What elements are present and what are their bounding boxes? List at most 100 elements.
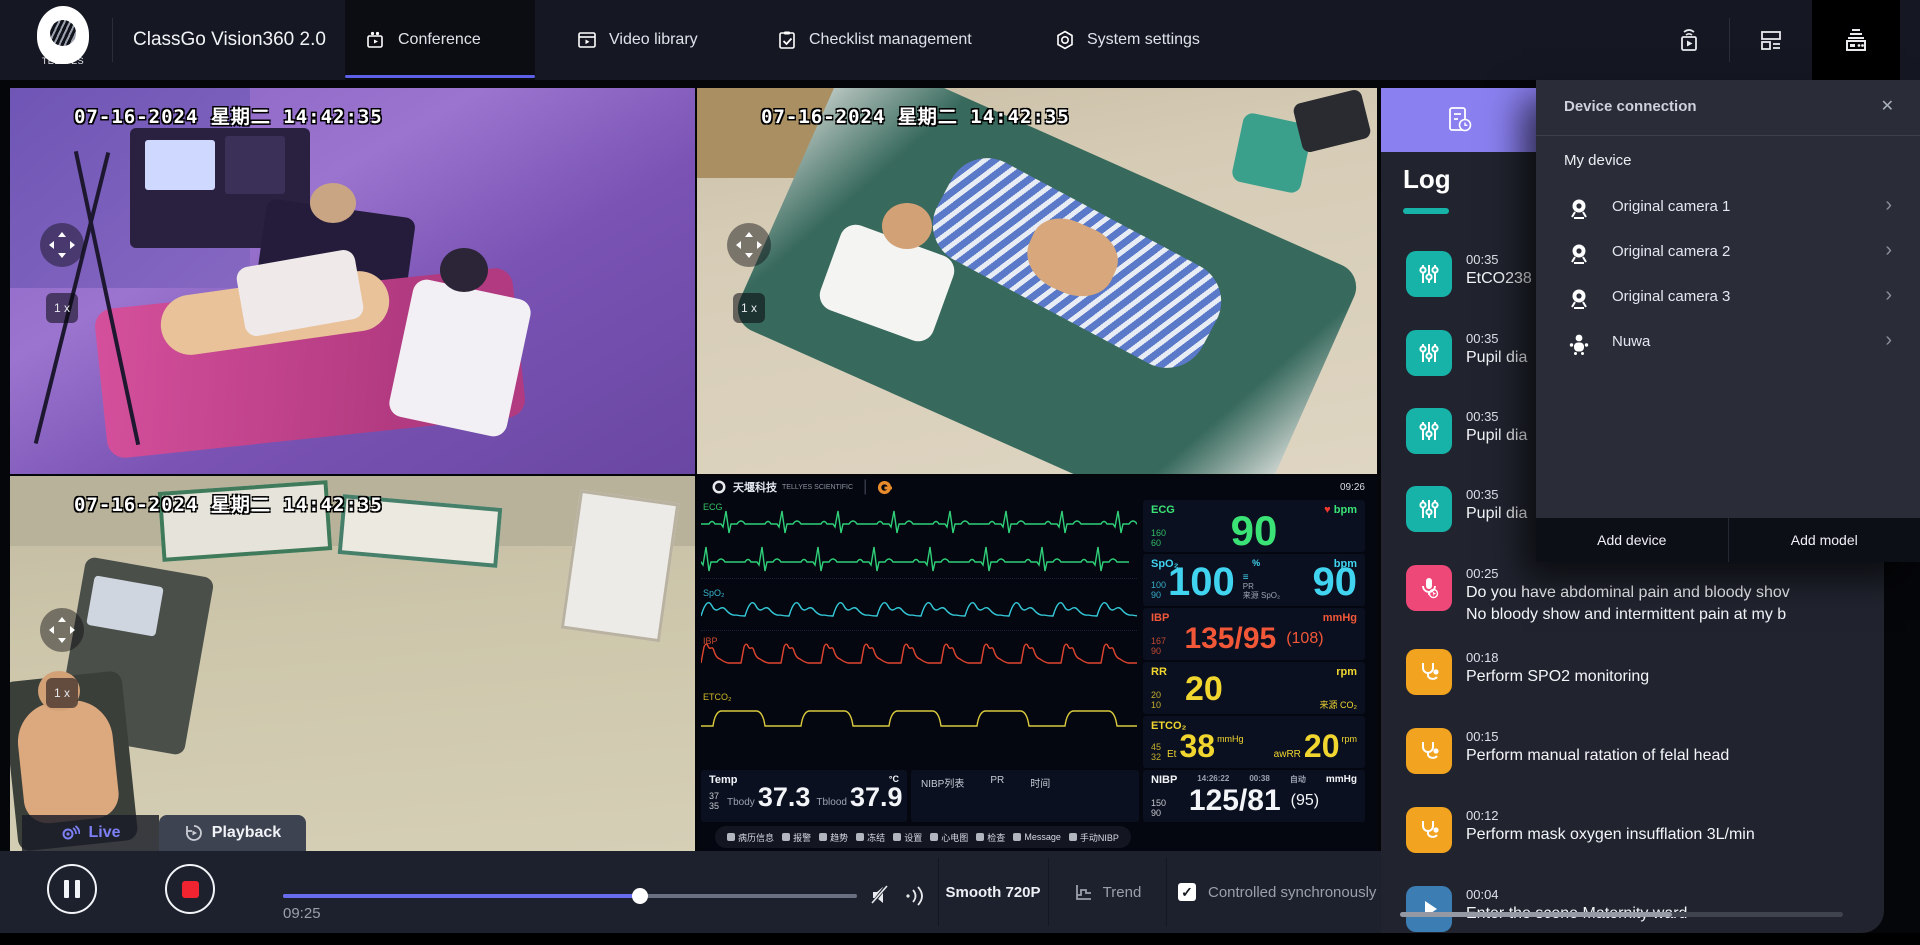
- progress-fill: [283, 894, 640, 898]
- taskbar-label: 检查: [987, 831, 1005, 844]
- video-feed-training-room[interactable]: 07-16-2024 星期二 14:42:35 1 x: [10, 476, 695, 851]
- taskbar-item[interactable]: 设置: [893, 831, 922, 844]
- taskbar-item[interactable]: 病历信息: [727, 831, 774, 844]
- close-icon[interactable]: ✕: [1881, 96, 1894, 116]
- ptz-dpad-control[interactable]: [727, 223, 771, 267]
- monitor-temp-panel: Temp °C 3735 Tbody 37.3 Tblood 37.9: [701, 770, 907, 822]
- taskbar-glyph-icon: [782, 833, 790, 841]
- log-scrollbar-thumb[interactable]: [1400, 912, 1672, 917]
- ptz-dpad-control[interactable]: [40, 223, 84, 267]
- device-section-label: My device: [1564, 152, 1632, 169]
- taskbar-item[interactable]: 检查: [976, 831, 1005, 844]
- log-entry-time: 00:35: [1466, 487, 1499, 502]
- tab-video-library[interactable]: Video library: [556, 0, 718, 80]
- device-item-label: Original camera 2: [1612, 243, 1730, 260]
- screen-cast-button[interactable]: [1660, 0, 1718, 80]
- taskbar-item[interactable]: 手动NIBP: [1069, 831, 1119, 844]
- device-item-original-camera-3[interactable]: Original camera 3 ›: [1536, 276, 1920, 321]
- log-entry-text: Perform mask oxygen insufflation 3L/min: [1466, 826, 1755, 844]
- device-item-original-camera-2[interactable]: Original camera 2 ›: [1536, 231, 1920, 276]
- taskbar-label: Message: [1024, 832, 1061, 842]
- parameter-sliders-icon: [1406, 486, 1452, 532]
- tblood-value: 37.9: [850, 784, 903, 811]
- log-tab[interactable]: [1381, 88, 1536, 152]
- scene-manikin-torso: [14, 696, 121, 825]
- spo2-unit: %: [1252, 558, 1260, 570]
- tab-checklist-management[interactable]: Checklist management: [756, 0, 992, 80]
- log-entry-text: Perform SPO2 monitoring: [1466, 668, 1649, 686]
- video-timestamp: 07-16-2024 星期二 14:42:35: [74, 102, 383, 129]
- log-entry[interactable]: 00:15 Perform manual ratation of felal h…: [1406, 728, 1876, 788]
- taskbar-label: 病历信息: [738, 831, 774, 844]
- video-feed-patient-monitor[interactable]: 天堰科技 TELLYES SCIENTIFIC | 09:26 ECG SpO₂…: [697, 476, 1377, 851]
- video-feed-delivery-room[interactable]: 07-16-2024 星期二 14:42:35 1 x: [10, 88, 695, 474]
- trend-button[interactable]: Trend: [1048, 851, 1166, 933]
- stethoscope-icon: [1406, 649, 1452, 695]
- add-model-button[interactable]: Add model: [1728, 518, 1920, 562]
- tbody-label: Tbody: [727, 797, 755, 808]
- add-device-button[interactable]: Add device: [1536, 518, 1728, 562]
- taskbar-item[interactable]: Message: [1013, 832, 1061, 842]
- spo2-hi: 100: [1151, 580, 1166, 590]
- rr-label: RR: [1151, 666, 1167, 678]
- log-entry[interactable]: 00:04 Enter the scene Maternity ward: [1406, 886, 1876, 933]
- taskbar-glyph-icon: [893, 833, 901, 841]
- progress-knob[interactable]: [632, 888, 648, 904]
- log-entry-time: 00:35: [1466, 252, 1499, 267]
- quality-selector[interactable]: Smooth 720P: [938, 851, 1048, 933]
- log-entry[interactable]: 00:25 Do you have abdominal pain and blo…: [1406, 565, 1876, 635]
- log-title: Log: [1403, 164, 1451, 195]
- pr-value: 90: [1313, 562, 1358, 602]
- ptz-dpad-control[interactable]: [40, 608, 84, 652]
- tab-conference[interactable]: Conference: [345, 0, 535, 80]
- scene-screen-dark: [225, 136, 285, 194]
- orange-logo-icon: [877, 480, 892, 495]
- sync-checkbox[interactable]: ✓: [1178, 883, 1196, 901]
- device-item-original-camera-1[interactable]: Original camera 1 ›: [1536, 186, 1920, 231]
- nibp-label: NIBP: [1151, 774, 1177, 786]
- taskbar-label: 趋势: [830, 831, 848, 844]
- ibp-hi: 167: [1151, 636, 1166, 646]
- tab-live[interactable]: Live: [22, 815, 159, 851]
- monitor-taskbar[interactable]: 病历信息 报警 趋势 冻结 设置 心电图 检查 Message 手动NIBP: [715, 826, 1131, 848]
- log-entry-text: Pupil dia: [1466, 349, 1527, 367]
- device-connection-button[interactable]: [1812, 0, 1900, 80]
- taskbar-item[interactable]: 趋势: [819, 831, 848, 844]
- dpad-arrows-icon: [732, 228, 766, 262]
- nibp-unit: mmHg: [1326, 774, 1357, 786]
- video-feed-ward-bed[interactable]: 07-16-2024 星期二 14:42:35 1 x: [697, 88, 1377, 474]
- volume-waves-button[interactable]: [903, 884, 927, 908]
- log-entry[interactable]: 00:12 Perform mask oxygen insufflation 3…: [1406, 807, 1876, 867]
- sync-label: Controlled synchronously: [1208, 884, 1376, 901]
- tab-playback[interactable]: Playback: [159, 815, 306, 851]
- stop-record-button[interactable]: [165, 864, 215, 914]
- taskbar-item[interactable]: 报警: [782, 831, 811, 844]
- playback-replay-icon: [184, 823, 204, 843]
- ecg-lo: 60: [1151, 538, 1166, 548]
- nibp-mean: (95): [1291, 792, 1319, 810]
- layout-switch-button[interactable]: [1742, 0, 1800, 80]
- monitor-ecg-panel: ECG ♥ bpm 16060 90: [1143, 500, 1365, 552]
- zoom-level-badge[interactable]: 1 x: [733, 293, 765, 323]
- pause-button[interactable]: [47, 864, 97, 914]
- tab-system-settings[interactable]: System settings: [1034, 0, 1220, 80]
- top-bar: TELLYES ClassGo Vision360 2.0 Conference…: [0, 0, 1920, 80]
- tellyes-logo: TELLYES: [28, 6, 98, 76]
- divider: [1166, 858, 1167, 926]
- layout-icon: [1757, 26, 1785, 54]
- zoom-level-badge[interactable]: 1 x: [46, 293, 78, 323]
- nibp-list-h2: PR: [990, 775, 1004, 817]
- device-item-nuwa[interactable]: Nuwa ›: [1536, 321, 1920, 366]
- zoom-level-badge[interactable]: 1 x: [46, 678, 78, 708]
- log-entry[interactable]: 00:18 Perform SPO2 monitoring: [1406, 649, 1876, 709]
- ecg-label: ECG: [1151, 504, 1175, 516]
- tab-live-label: Live: [88, 824, 120, 842]
- trend-label: Trend: [1103, 884, 1142, 901]
- taskbar-item[interactable]: 心电图: [930, 831, 968, 844]
- stop-icon: [182, 881, 199, 898]
- taskbar-item[interactable]: 冻结: [856, 831, 885, 844]
- monitor-clock: 09:26: [1340, 482, 1365, 493]
- mute-button[interactable]: [868, 882, 894, 908]
- taskbar-glyph-icon: [1069, 833, 1077, 841]
- monitor-spo2-panel: SpO₂ % bpm 10090 100 ≡ PR 来源 SpO₂ 90: [1143, 554, 1365, 606]
